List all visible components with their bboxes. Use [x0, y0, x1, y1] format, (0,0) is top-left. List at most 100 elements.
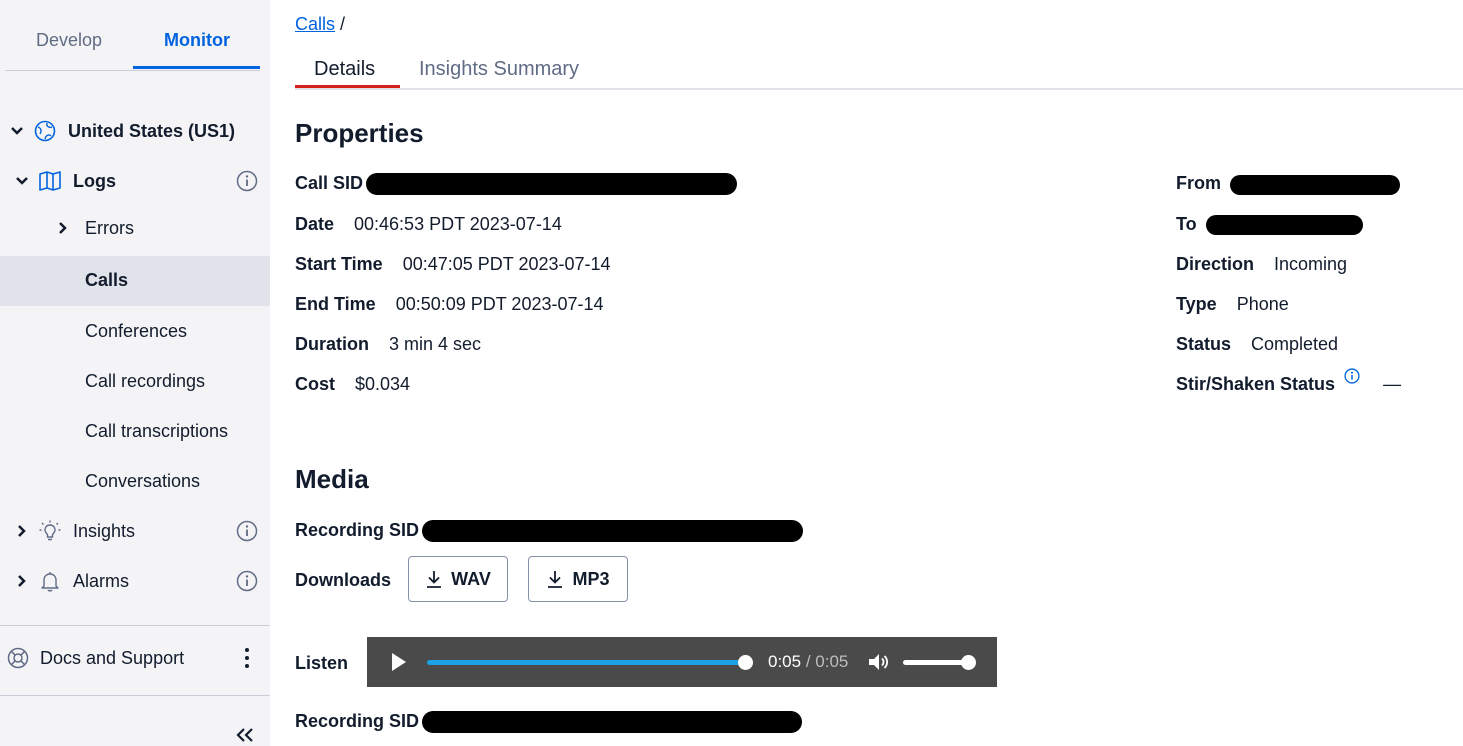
end-time-value: 00:50:09 PDT 2023-07-14	[395, 294, 604, 314]
collapse-sidebar-icon[interactable]	[233, 726, 257, 744]
media-heading: Media	[295, 464, 369, 494]
call-sid-row: Call SID	[295, 173, 363, 194]
breadcrumb: Calls /	[295, 14, 345, 35]
tab-details[interactable]: Details	[314, 58, 375, 81]
to-label: To	[1176, 214, 1197, 234]
chevron-down-icon	[16, 177, 28, 185]
stir-shaken-value: —	[1383, 374, 1402, 394]
download-mp3-button[interactable]: MP3	[528, 556, 628, 602]
sidebar-divider	[0, 695, 270, 696]
more-options-icon[interactable]	[240, 646, 254, 670]
lifebuoy-icon	[7, 647, 29, 669]
call-transcriptions-label: Call transcriptions	[85, 421, 229, 441]
start-time-label: Start Time	[295, 254, 383, 274]
listen-label: Listen	[295, 653, 349, 673]
download-icon	[548, 571, 563, 588]
chevron-right-icon	[18, 525, 26, 537]
info-icon[interactable]	[236, 170, 258, 192]
redacted-from-number	[1230, 175, 1400, 195]
sidebar-item-call-recordings[interactable]: Call recordings	[0, 357, 270, 407]
conferences-label: Conferences	[85, 321, 188, 341]
calls-label: Calls	[85, 270, 129, 290]
sidebar-item-errors[interactable]: Errors	[0, 204, 270, 254]
start-time-row: Start Time 00:47:05 PDT 2023-07-14	[295, 254, 611, 275]
start-time-value: 00:47:05 PDT 2023-07-14	[402, 254, 611, 274]
from-row: From	[1176, 173, 1221, 194]
chevron-down-icon	[11, 127, 23, 135]
recording-sid-label: Recording SID	[295, 711, 420, 731]
redacted-call-sid	[366, 173, 737, 195]
listen-row: Listen	[295, 653, 348, 674]
to-row: To	[1176, 214, 1197, 235]
download-wav-button[interactable]: WAV	[408, 556, 508, 602]
errors-label: Errors	[85, 218, 134, 238]
cost-label: Cost	[295, 374, 335, 394]
playback-time: 0:05 / 0:05	[768, 652, 848, 672]
logs-label: Logs	[73, 171, 116, 191]
region-label: United States (US1)	[68, 121, 236, 141]
breadcrumb-separator: /	[340, 14, 346, 34]
insights-label: Insights	[73, 521, 136, 541]
date-label: Date	[295, 214, 335, 234]
sidebar-item-call-transcriptions[interactable]: Call transcriptions	[0, 407, 270, 457]
direction-label: Direction	[1176, 254, 1255, 274]
duration-row: Duration 3 min 4 sec	[295, 334, 481, 355]
type-value: Phone	[1236, 294, 1289, 314]
redacted-to-number	[1206, 215, 1363, 235]
volume-slider[interactable]	[903, 660, 969, 665]
sidebar-item-logs[interactable]: Logs	[0, 157, 270, 207]
tab-insights-summary[interactable]: Insights Summary	[419, 58, 579, 81]
breadcrumb-calls-link[interactable]: Calls	[295, 14, 335, 34]
from-label: From	[1176, 173, 1221, 193]
call-sid-label: Call SID	[295, 173, 364, 193]
volume-handle[interactable]	[961, 655, 976, 670]
tab-develop[interactable]: Develop	[36, 30, 102, 51]
bell-icon	[41, 572, 59, 592]
seek-bar[interactable]	[427, 660, 747, 665]
sidebar-item-calls[interactable]: Calls	[0, 256, 270, 306]
cost-row: Cost $0.034	[295, 374, 410, 395]
volume-icon[interactable]	[867, 651, 891, 673]
sidebar-item-region[interactable]: United States (US1)	[0, 107, 270, 157]
cost-value: $0.034	[355, 374, 411, 394]
sidebar-item-conversations[interactable]: Conversations	[0, 457, 270, 507]
recording-sid-row-2: Recording SID	[295, 711, 419, 732]
duration-label: Duration	[295, 334, 369, 354]
sidebar-item-docs-support[interactable]: Docs and Support	[0, 634, 270, 684]
globe-icon	[34, 120, 56, 142]
date-value: 00:46:53 PDT 2023-07-14	[354, 214, 562, 234]
mp3-label: MP3	[572, 568, 610, 589]
detail-tabs: Details Insights Summary	[295, 52, 1463, 90]
sidebar-item-insights[interactable]: Insights	[0, 507, 270, 557]
end-time-label: End Time	[295, 294, 376, 314]
chevron-right-icon	[18, 575, 26, 587]
status-value: Completed	[1251, 334, 1339, 354]
info-icon[interactable]	[1344, 368, 1360, 384]
alarms-label: Alarms	[73, 571, 130, 591]
main-content: Calls / Details Insights Summary Propert…	[295, 0, 1463, 746]
time-separator: /	[801, 652, 816, 671]
docs-support-label: Docs and Support	[40, 648, 185, 668]
play-icon[interactable]	[387, 651, 409, 673]
tab-monitor[interactable]: Monitor	[164, 30, 230, 51]
audio-player: 0:05 / 0:05	[367, 637, 997, 687]
book-icon	[39, 171, 61, 191]
downloads-row: Downloads	[295, 570, 391, 591]
stir-shaken-row: Stir/Shaken Status —	[1176, 368, 1402, 395]
sidebar-top-tabs: Develop Monitor	[5, 0, 260, 71]
info-icon[interactable]	[236, 570, 258, 592]
info-icon[interactable]	[236, 520, 258, 542]
sidebar: Develop Monitor United States (US1) Logs…	[0, 0, 270, 746]
call-recordings-label: Call recordings	[85, 371, 206, 391]
duration-value: 3 min 4 sec	[389, 334, 482, 354]
seek-handle[interactable]	[738, 655, 753, 670]
download-icon	[427, 571, 442, 588]
sidebar-item-conferences[interactable]: Conferences	[0, 307, 270, 357]
stir-shaken-label: Stir/Shaken Status	[1176, 374, 1336, 394]
sidebar-item-alarms[interactable]: Alarms	[0, 557, 270, 607]
properties-heading: Properties	[295, 118, 424, 148]
end-time-row: End Time 00:50:09 PDT 2023-07-14	[295, 294, 604, 315]
type-label: Type	[1176, 294, 1217, 314]
active-tab-indicator	[295, 85, 400, 88]
current-time: 0:05	[768, 652, 802, 671]
